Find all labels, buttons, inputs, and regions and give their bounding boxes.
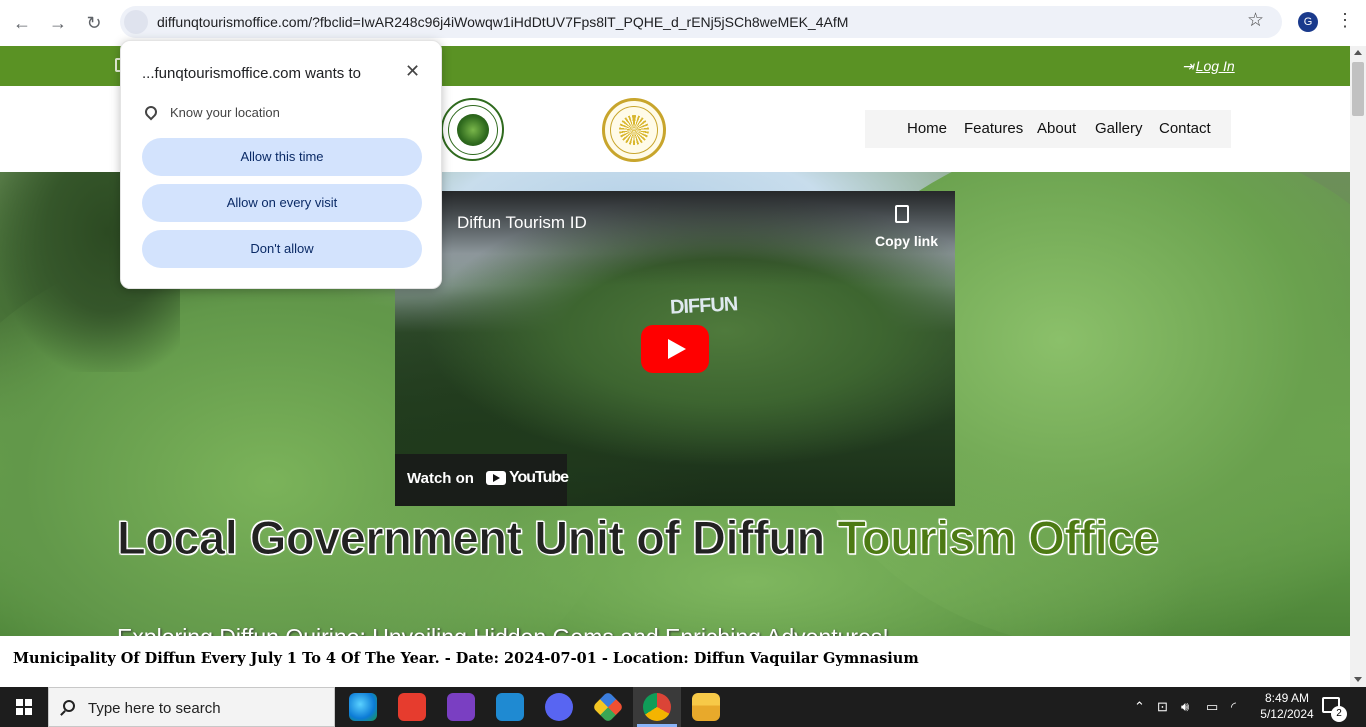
login-label[interactable]: Log In — [1196, 58, 1235, 74]
scroll-thumb[interactable] — [1352, 62, 1364, 116]
main-nav: Home Features About Gallery Contact — [865, 110, 1231, 148]
edge-icon[interactable] — [349, 693, 377, 721]
close-icon[interactable]: ✕ — [405, 61, 420, 82]
copy-icon[interactable] — [895, 205, 909, 223]
allow-every-visit-button[interactable]: Allow on every visit — [142, 184, 422, 222]
allow-this-time-button[interactable]: Allow this time — [142, 138, 422, 176]
vscode-icon[interactable] — [496, 693, 524, 721]
play-button[interactable] — [641, 325, 709, 373]
profile-avatar[interactable]: G — [1298, 12, 1318, 32]
hero-subtitle: Exploring Diffun Quirino: Unveiling Hidd… — [117, 624, 889, 636]
git-icon[interactable] — [592, 691, 624, 723]
ticker-text: Municipality Of Diffun Every July 1 To 4… — [13, 650, 919, 667]
nav-home[interactable]: Home — [907, 120, 947, 137]
taskbar-clock[interactable]: 8:49 AM 5/12/2024 — [1257, 690, 1317, 722]
search-icon — [63, 700, 75, 712]
municipal-seal-logo — [441, 98, 504, 161]
visual-studio-icon[interactable] — [447, 693, 475, 721]
menu-icon[interactable]: ⋮ — [1336, 10, 1354, 31]
address-url[interactable]: diffunqtourismoffice.com/?fbclid=IwAR248… — [157, 14, 848, 30]
windows-start-icon[interactable] — [16, 699, 32, 715]
hero-title: Local Government Unit of Diffun Tourism … — [116, 510, 1217, 566]
network-icon[interactable]: ⊡ — [1157, 699, 1168, 715]
nav-about[interactable]: About — [1037, 120, 1076, 137]
youtube-embed[interactable]: Diffun Tourism ID Copy link DIFFUN Watch… — [395, 191, 955, 506]
windows-taskbar: Type here to search ⌃ ⊡ 🔊︎ ▭ ◜ 8:49 AM 5… — [0, 687, 1366, 727]
location-permission-dialog: ...funqtourismoffice.com wants to ✕ Know… — [120, 40, 442, 289]
notification-badge: 2 — [1331, 706, 1347, 722]
show-hidden-icons-icon[interactable]: ⌃ — [1134, 699, 1145, 715]
nav-features[interactable]: Features — [964, 120, 1023, 137]
watch-on-youtube-button[interactable]: Watch on YouTube — [395, 454, 569, 506]
permission-title: ...funqtourismoffice.com wants to — [142, 65, 361, 82]
hero-title-accent: Tourism Office — [837, 511, 1160, 565]
copy-link-label[interactable]: Copy link — [875, 233, 938, 249]
login-link[interactable]: ⇥ Log In — [1182, 58, 1235, 75]
discord-icon[interactable] — [545, 693, 573, 721]
back-icon[interactable]: ← — [10, 11, 34, 35]
site-settings-icon[interactable] — [124, 10, 148, 34]
hero-title-main: Local Government Unit of Diffun — [116, 511, 838, 565]
youtube-wordmark: YouTube — [509, 469, 569, 486]
file-explorer-icon[interactable] — [692, 693, 720, 721]
bookmark-star-icon[interactable]: ☆ — [1247, 9, 1264, 32]
speaker-icon[interactable]: 🔊︎ — [1181, 699, 1189, 715]
location-pin-icon — [142, 103, 160, 121]
forward-icon[interactable]: → — [46, 11, 70, 35]
taskbar-search[interactable]: Type here to search — [48, 687, 335, 727]
youtube-icon — [486, 471, 506, 485]
page-scrollbar[interactable] — [1350, 46, 1366, 687]
dot-seal-logo — [602, 98, 666, 162]
reload-icon[interactable]: ↻ — [82, 11, 106, 35]
login-icon: ⇥ — [1182, 58, 1194, 74]
clock-time: 8:49 AM — [1264, 691, 1310, 705]
scroll-down-icon[interactable] — [1354, 677, 1362, 682]
address-bar[interactable]: diffunqtourismoffice.com/?fbclid=IwAR248… — [120, 6, 1282, 38]
nav-contact[interactable]: Contact — [1159, 120, 1211, 137]
clock-date: 5/12/2024 — [1260, 707, 1314, 721]
wifi-icon[interactable]: ◜ — [1231, 699, 1236, 715]
event-ticker: Municipality Of Diffun Every July 1 To 4… — [0, 636, 1350, 687]
chrome-icon[interactable] — [643, 693, 671, 721]
dont-allow-button[interactable]: Don't allow — [142, 230, 422, 268]
scroll-up-icon[interactable] — [1354, 50, 1362, 55]
video-title[interactable]: Diffun Tourism ID — [457, 213, 587, 233]
search-placeholder[interactable]: Type here to search — [88, 700, 221, 717]
wps-icon[interactable] — [398, 693, 426, 721]
video-sign-text: DIFFUN — [669, 293, 738, 319]
watch-on-label: Watch on — [407, 470, 474, 487]
battery-icon[interactable]: ▭ — [1206, 699, 1218, 715]
permission-description: Know your location — [170, 105, 280, 120]
nav-gallery[interactable]: Gallery — [1095, 120, 1143, 137]
